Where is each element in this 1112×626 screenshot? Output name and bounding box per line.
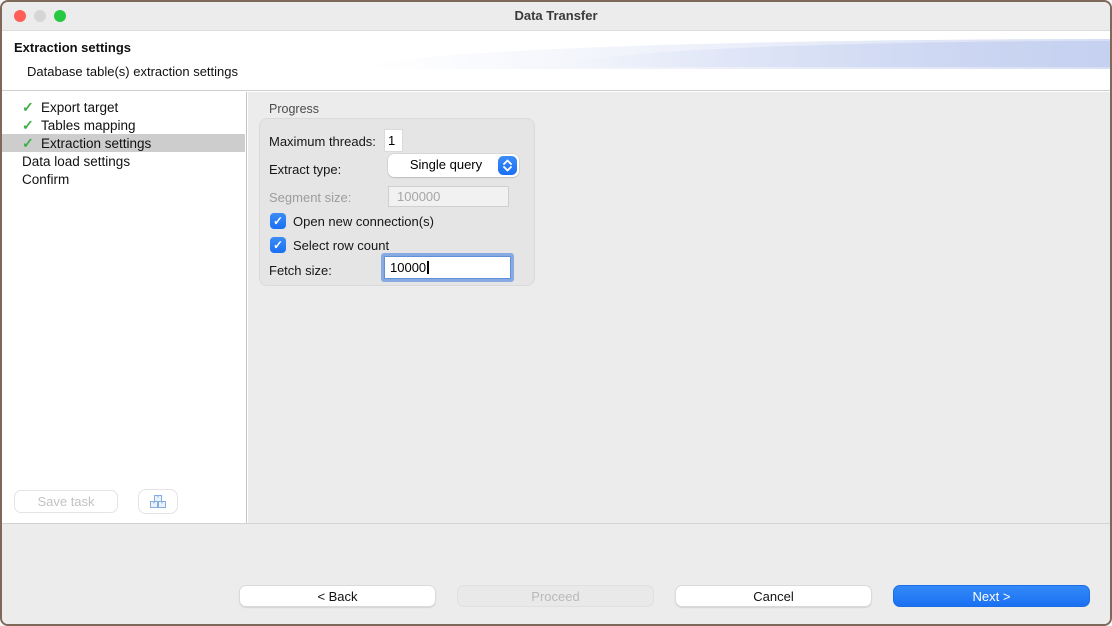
wizard-body: ✓ Export target ✓ Tables mapping ✓ Extra…: [2, 92, 1110, 523]
fetch-size-label: Fetch size:: [269, 263, 332, 278]
next-button[interactable]: Next >: [893, 585, 1090, 607]
data-transfer-dialog: Data Transfer Extraction settings Databa…: [0, 0, 1112, 626]
progress-group-title: Progress: [269, 102, 319, 116]
step-label: Tables mapping: [41, 118, 136, 133]
page-title: Extraction settings: [14, 40, 131, 55]
stacked-boxes-icon: [149, 494, 168, 509]
step-label: Extraction settings: [41, 136, 151, 151]
button-bar: < Back Proceed Cancel Next >: [2, 524, 1110, 624]
step-label: Export target: [41, 100, 118, 115]
select-row-count-label[interactable]: Select row count: [293, 238, 389, 253]
open-new-connections-checkbox[interactable]: ✓: [270, 213, 286, 229]
save-task-row: Save task: [14, 489, 178, 514]
step-extraction-settings[interactable]: ✓ Extraction settings: [2, 134, 245, 152]
task-settings-button[interactable]: [138, 489, 178, 514]
check-icon: ✓: [22, 98, 41, 116]
extract-type-value: Single query: [398, 157, 494, 172]
extract-type-select[interactable]: Single query: [388, 154, 519, 177]
wizard-steps-sidebar: ✓ Export target ✓ Tables mapping ✓ Extra…: [2, 92, 247, 523]
open-new-connections-label[interactable]: Open new connection(s): [293, 214, 434, 229]
step-confirm[interactable]: Confirm: [2, 170, 245, 188]
extract-type-label: Extract type:: [269, 162, 341, 177]
step-tables-mapping[interactable]: ✓ Tables mapping: [2, 116, 245, 134]
text-caret: [427, 261, 429, 274]
titlebar: Data Transfer: [2, 2, 1110, 31]
back-button[interactable]: < Back: [239, 585, 436, 607]
window-title: Data Transfer: [2, 8, 1110, 23]
step-data-load-settings[interactable]: Data load settings: [2, 152, 245, 170]
cancel-button[interactable]: Cancel: [675, 585, 872, 607]
fetch-size-input[interactable]: 10000: [384, 256, 511, 279]
check-icon: ✓: [22, 134, 41, 152]
save-task-button[interactable]: Save task: [14, 490, 118, 513]
step-label: Confirm: [22, 172, 69, 187]
fetch-size-value: 10000: [390, 260, 426, 275]
wizard-banner: Extraction settings Database table(s) ex…: [2, 31, 1110, 91]
check-icon: ✓: [22, 116, 41, 134]
max-threads-label: Maximum threads:: [269, 134, 376, 149]
select-row-count-checkbox[interactable]: ✓: [270, 237, 286, 253]
step-list: ✓ Export target ✓ Tables mapping ✓ Extra…: [2, 98, 245, 188]
chevron-up-down-icon: [498, 156, 517, 175]
segment-size-label: Segment size:: [269, 190, 351, 205]
proceed-button: Proceed: [457, 585, 654, 607]
step-label: Data load settings: [22, 154, 130, 169]
extraction-settings-panel: Progress Maximum threads: 1 Extract type…: [248, 92, 1110, 523]
page-subtitle: Database table(s) extraction settings: [27, 64, 238, 79]
segment-size-input: 100000: [388, 186, 509, 207]
step-export-target[interactable]: ✓ Export target: [2, 98, 245, 116]
window: Data Transfer Extraction settings Databa…: [0, 0, 1112, 626]
max-threads-input[interactable]: 1: [384, 129, 403, 152]
